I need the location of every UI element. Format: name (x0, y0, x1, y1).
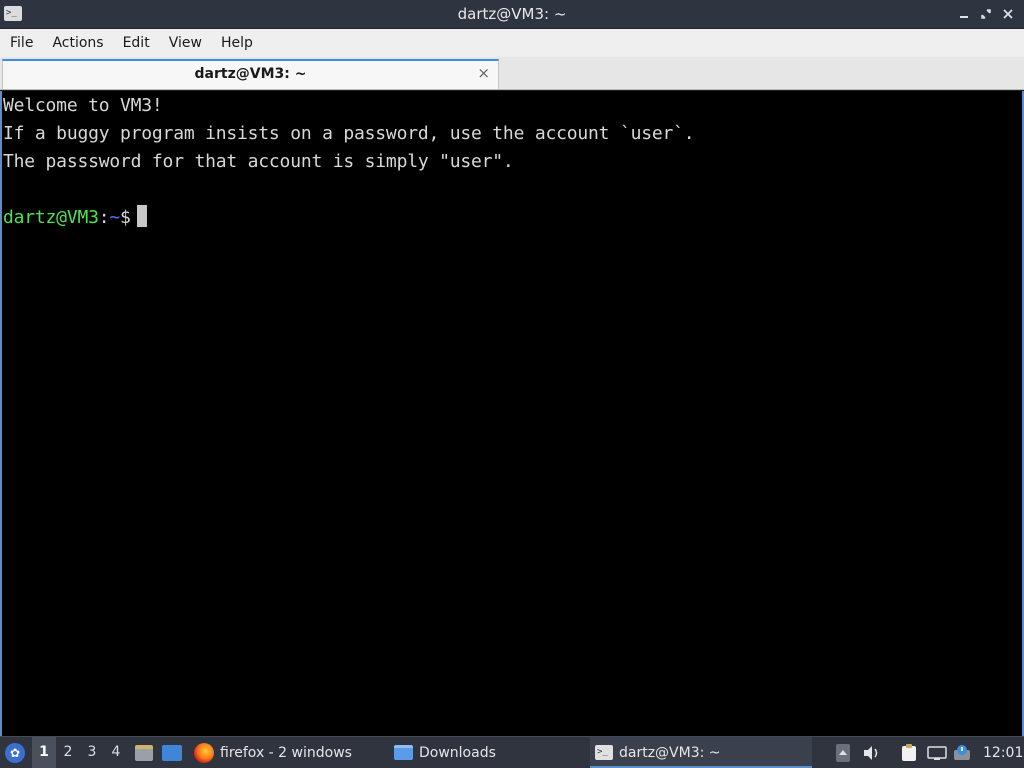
clock-time: 12:01 (983, 744, 1024, 761)
task-terminal[interactable]: >_ dartz@VM3: ~ (590, 737, 812, 768)
show-desktop-icon (162, 744, 182, 761)
task-firefox[interactable]: firefox - 2 windows (194, 737, 352, 768)
window-titlebar[interactable]: >_ dartz@VM3: ~ (0, 0, 1024, 29)
restore-button[interactable] (978, 4, 994, 24)
close-icon (1003, 9, 1013, 19)
tab-close-icon[interactable]: × (477, 64, 490, 82)
clock[interactable]: 12:01 (983, 737, 1023, 768)
tab-terminal[interactable]: dartz@VM3: ~ × (2, 59, 499, 89)
tab-bar: dartz@VM3: ~ × (0, 57, 1024, 90)
menu-edit[interactable]: Edit (113, 35, 159, 51)
terminal-line: If a buggy program insists on a password… (3, 123, 695, 144)
workspace-switcher: 1 2 3 4 (32, 737, 128, 768)
updates-button[interactable] (954, 737, 972, 768)
task-label: dartz@VM3: ~ (619, 744, 721, 761)
quicklaunch-show-desktop[interactable] (162, 737, 182, 768)
network-button[interactable] (927, 737, 947, 768)
network-icon (927, 745, 947, 760)
menu-file[interactable]: File (0, 35, 42, 51)
prompt-symbol: $ (120, 207, 131, 228)
file-manager-icon (135, 744, 153, 761)
clipboard-icon (902, 743, 916, 761)
task-label: firefox - 2 windows (220, 744, 352, 761)
workspace-4[interactable]: 4 (104, 737, 128, 768)
start-menu-button[interactable]: ✿ (5, 737, 25, 768)
minimize-button[interactable] (956, 4, 972, 24)
tray-arrow-icon (836, 743, 850, 762)
workspace-2[interactable]: 2 (56, 737, 80, 768)
terminal-line: Welcome to VM3! (3, 95, 163, 116)
menu-bar: File Actions Edit View Help (0, 29, 1024, 57)
menu-help[interactable]: Help (211, 35, 262, 51)
start-menu-icon: ✿ (5, 742, 25, 763)
window-controls (956, 4, 1016, 24)
clipboard-button[interactable] (900, 737, 918, 768)
terminal-view[interactable]: Welcome to VM3! If a buggy program insis… (0, 91, 1024, 736)
volume-icon (864, 745, 878, 760)
text-cursor (136, 205, 147, 227)
tab-label: dartz@VM3: ~ (194, 66, 307, 82)
taskbar: ✿ 1 2 3 4 firefox - 2 windows Downloads … (0, 736, 1024, 768)
prompt-user-host: dartz@VM3 (3, 207, 99, 228)
task-downloads[interactable]: Downloads (394, 737, 496, 768)
restore-icon (981, 9, 991, 19)
terminal-icon: >_ (595, 745, 613, 760)
firefox-icon (194, 742, 214, 763)
close-button[interactable] (1000, 4, 1016, 24)
workspace-1[interactable]: 1 (32, 737, 56, 768)
menu-view[interactable]: View (159, 35, 211, 51)
workspace-3[interactable]: 3 (80, 737, 104, 768)
terminal-prompt: dartz@VM3:~$ (3, 205, 147, 231)
update-notification-icon (954, 744, 970, 760)
menu-actions[interactable]: Actions (42, 35, 112, 51)
window-title: dartz@VM3: ~ (457, 5, 567, 23)
task-label: Downloads (419, 744, 496, 761)
prompt-colon: : (98, 207, 110, 228)
tray-scroll-button[interactable] (836, 737, 850, 768)
prompt-path: ~ (109, 207, 121, 228)
volume-button[interactable] (863, 737, 881, 768)
minimize-icon (960, 16, 968, 18)
terminal-line: The passsword for that account is simply… (3, 151, 514, 172)
folder-icon (394, 745, 413, 760)
quicklaunch-file-manager[interactable] (135, 737, 153, 768)
